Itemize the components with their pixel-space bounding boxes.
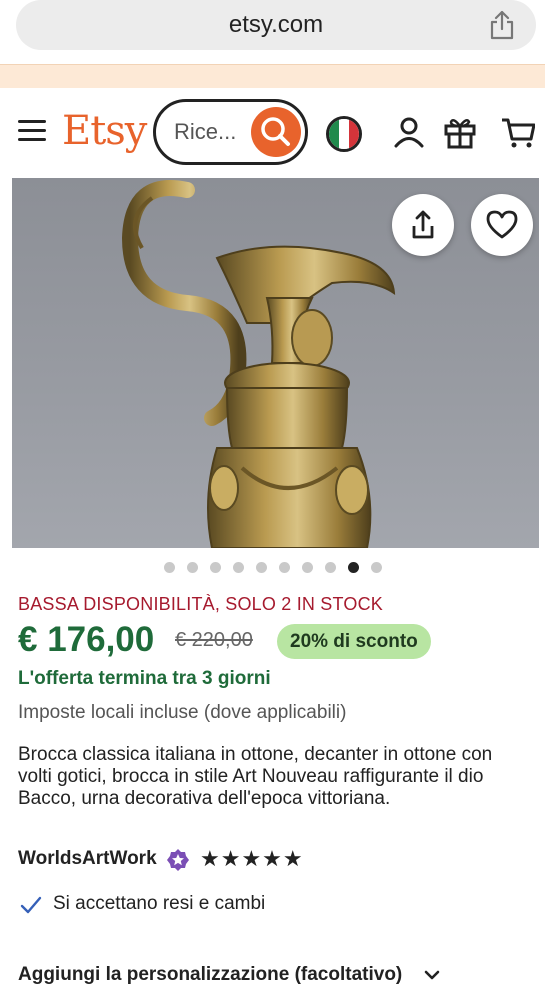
brass-pitcher-illustration bbox=[121, 180, 396, 548]
account-icon[interactable] bbox=[392, 115, 426, 149]
discount-badge: 20% di sconto bbox=[277, 624, 431, 659]
heart-icon bbox=[486, 210, 518, 239]
share-icon[interactable] bbox=[488, 10, 516, 40]
search-bar[interactable] bbox=[153, 99, 308, 165]
product-image[interactable] bbox=[12, 178, 539, 548]
gift-icon[interactable] bbox=[443, 115, 477, 149]
original-price: € 220,00 bbox=[175, 629, 253, 651]
search-icon bbox=[261, 117, 290, 146]
tax-notice: Imposte locali incluse (dove applicabili… bbox=[18, 702, 347, 723]
search-button[interactable] bbox=[251, 107, 301, 157]
url-text[interactable]: etsy.com bbox=[16, 11, 536, 39]
stock-notice: BASSA DISPONIBILITÀ, SOLO 2 IN STOCK bbox=[18, 594, 383, 614]
returns-policy: Si accettano resi e cambi bbox=[53, 893, 266, 914]
product-title: Brocca classica italiana in ottone, deca… bbox=[18, 744, 493, 809]
italy-flag-icon[interactable] bbox=[326, 116, 362, 152]
star-seller-badge-icon bbox=[167, 849, 189, 871]
cart-icon[interactable] bbox=[501, 115, 535, 149]
carousel-dot[interactable] bbox=[278, 562, 290, 573]
offer-end-notice: L'offerta termina tra 3 giorni bbox=[18, 668, 271, 689]
rating-stars[interactable]: ★★★★★ bbox=[200, 846, 304, 872]
share-button[interactable] bbox=[392, 194, 454, 256]
checkmark-icon bbox=[20, 896, 42, 914]
carousel-dot[interactable] bbox=[301, 562, 313, 573]
address-bar[interactable]: etsy.com bbox=[16, 0, 536, 50]
shop-name-link[interactable]: WorldsArtWork bbox=[18, 848, 157, 870]
chevron-down-icon[interactable] bbox=[423, 966, 441, 984]
carousel-dot-active[interactable] bbox=[347, 562, 359, 573]
carousel-dot[interactable] bbox=[186, 562, 198, 573]
carousel-dot[interactable] bbox=[255, 562, 267, 573]
share-icon bbox=[412, 210, 434, 239]
image-carousel-dots bbox=[0, 562, 545, 574]
favorite-button[interactable] bbox=[471, 194, 533, 256]
menu-icon[interactable] bbox=[18, 120, 46, 142]
current-price: € 176,00 bbox=[18, 620, 155, 659]
carousel-dot[interactable] bbox=[324, 562, 336, 573]
personalization-toggle[interactable]: Aggiungi la personalizzazione (facoltati… bbox=[18, 964, 402, 986]
carousel-dot[interactable] bbox=[209, 562, 221, 573]
carousel-dot[interactable] bbox=[370, 562, 382, 573]
carousel-dot[interactable] bbox=[232, 562, 244, 573]
promo-banner bbox=[0, 64, 545, 88]
carousel-dot[interactable] bbox=[163, 562, 175, 573]
site-header: Etsy bbox=[0, 88, 545, 178]
etsy-logo[interactable]: Etsy bbox=[62, 108, 147, 154]
browser-chrome: etsy.com bbox=[0, 0, 545, 64]
search-input[interactable] bbox=[174, 116, 252, 148]
